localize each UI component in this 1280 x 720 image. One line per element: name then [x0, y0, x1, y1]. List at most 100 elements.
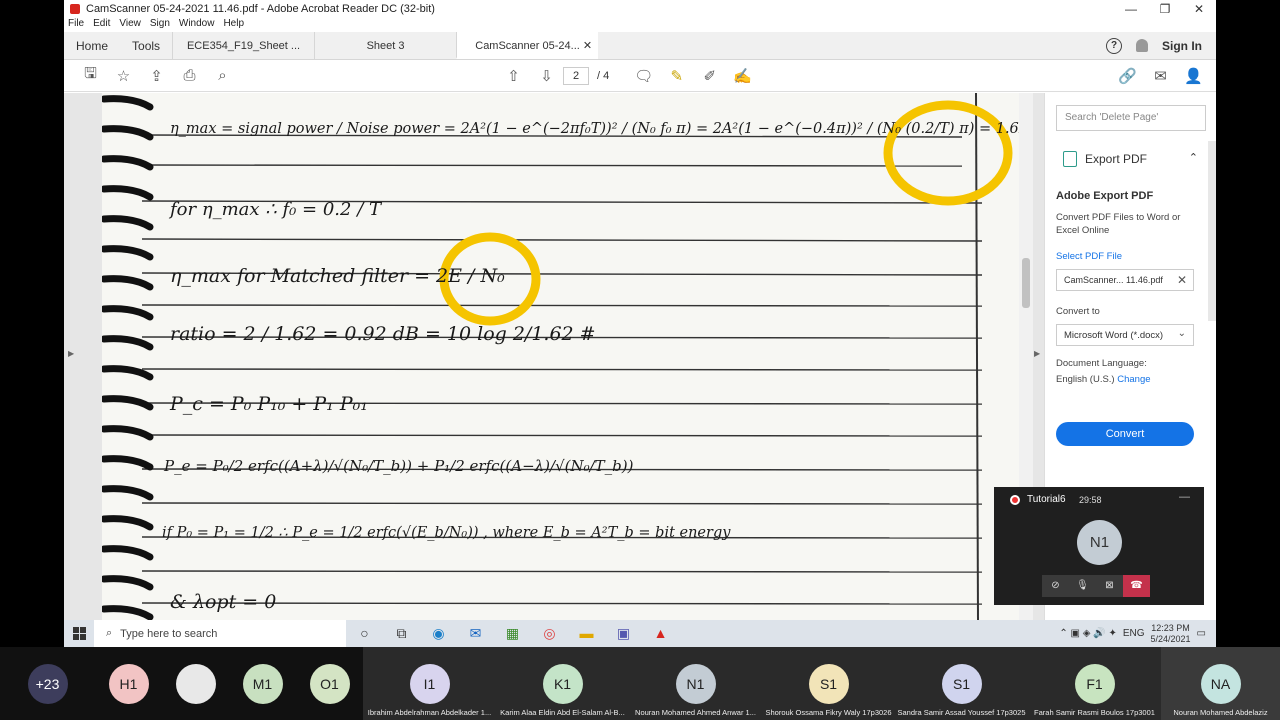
- panel-scrollbar[interactable]: [1208, 141, 1216, 321]
- mail-app-icon[interactable]: ✉: [457, 625, 494, 642]
- comment-icon[interactable]: 🗨: [627, 64, 660, 88]
- menu-window[interactable]: Window: [179, 18, 215, 32]
- page-total: / 4: [597, 69, 610, 82]
- tab-label: CamScanner 05-24...: [475, 40, 580, 52]
- language-indicator[interactable]: ENG: [1123, 628, 1145, 639]
- zoom-search-icon[interactable]: ⌕: [206, 64, 239, 88]
- acrobat-taskbar-icon[interactable]: ▲: [642, 625, 679, 642]
- window-title: CamScanner 05-24-2021 11.46.pdf - Adobe …: [86, 3, 435, 15]
- close-tab-icon[interactable]: ✕: [583, 32, 592, 57]
- expand-right-icon[interactable]: ▶: [1034, 349, 1040, 358]
- participant-tile[interactable]: NA Nouran Mohamed Abdelaziz: [1161, 647, 1280, 720]
- document-language-label: Document Language:: [1056, 358, 1147, 369]
- upload-icon[interactable]: ⇪: [140, 64, 173, 88]
- tools-search-input[interactable]: Search 'Delete Page': [1056, 105, 1206, 131]
- select-pdf-file-link[interactable]: Select PDF File: [1056, 251, 1122, 262]
- participant-tile[interactable]: S1 Shorouk Ossama Fikry Waly 17p3026: [762, 647, 895, 720]
- page-up-icon[interactable]: ⇧: [497, 64, 530, 88]
- teams-call-window: Tutorial6 29:58 — N1 ⊘ 🎙 ⊠ ☎: [994, 487, 1204, 605]
- link-icon[interactable]: 🔗: [1111, 64, 1144, 88]
- file-explorer-icon[interactable]: ▬: [568, 625, 605, 642]
- edge-icon[interactable]: ◉: [420, 625, 457, 642]
- sign-icon[interactable]: ✍: [726, 64, 759, 88]
- handwritten-line: P_e = P₀/2 erfc((A+λ)/√(N₀/T_b)) + P₁/2 …: [164, 457, 634, 475]
- clock[interactable]: 12:23 PM 5/24/2021: [1151, 623, 1191, 645]
- clock-time: 12:23 PM: [1151, 622, 1190, 633]
- save-icon[interactable]: 🖫: [74, 64, 107, 88]
- draw-icon[interactable]: ✐: [693, 64, 726, 88]
- start-button[interactable]: [64, 627, 94, 640]
- microphone-icon[interactable]: 🎙: [1069, 575, 1096, 597]
- print-icon[interactable]: ⎙: [173, 64, 206, 88]
- participant-tile[interactable]: I1 Ibrahim Abdelrahman Abdelkader 1...: [363, 647, 496, 720]
- participant-avatar: I1: [409, 664, 450, 704]
- cortana-icon[interactable]: ○: [346, 625, 383, 642]
- menu-bar: File Edit View Sign Window Help: [64, 18, 1216, 32]
- tab-label: Sheet 3: [366, 40, 405, 52]
- participant-tile[interactable]: +23: [0, 647, 95, 720]
- tab-document-sheet3[interactable]: Sheet 3: [314, 32, 456, 59]
- remove-file-icon[interactable]: ✕: [1177, 273, 1187, 287]
- task-view-icon[interactable]: ⧉: [383, 625, 420, 642]
- participant-tile[interactable]: F1 Farah Samir Rasmi Boulos 17p3001: [1028, 647, 1161, 720]
- close-button[interactable]: ✕: [1182, 0, 1216, 18]
- teams-icon[interactable]: ▣: [605, 625, 642, 642]
- bell-icon[interactable]: [1136, 39, 1148, 52]
- participant-tile[interactable]: K1 Karim Alaa Eldin Abd El-Salam Al-B...: [496, 647, 629, 720]
- tab-home[interactable]: Home: [64, 32, 120, 59]
- caller-avatar: N1: [1077, 520, 1122, 565]
- tab-document-ece354[interactable]: ECE354_F19_Sheet ...: [172, 32, 314, 59]
- export-pdf-icon: [1063, 151, 1077, 167]
- participant-avatar: N1: [675, 664, 716, 704]
- menu-edit[interactable]: Edit: [93, 18, 110, 32]
- maximize-button[interactable]: ❐: [1148, 0, 1182, 18]
- participant-tile[interactable]: M1: [229, 647, 296, 720]
- page-number-input[interactable]: 2: [563, 66, 589, 85]
- menu-view[interactable]: View: [119, 18, 141, 32]
- participant-tile[interactable]: S1 Sandra Samir Assad Youssef 17p3025: [895, 647, 1028, 720]
- export-pdf-title: Export PDF: [1085, 152, 1148, 166]
- menu-sign[interactable]: Sign: [150, 18, 170, 32]
- meeting-title: Tutorial6: [1027, 494, 1066, 505]
- help-icon[interactable]: ?: [1106, 37, 1122, 54]
- participant-tile[interactable]: H1: [95, 647, 162, 720]
- tray-icons[interactable]: ⌃ ▣ ◈ 🔊 ✦: [1059, 628, 1116, 639]
- change-language-link[interactable]: Change: [1117, 374, 1150, 385]
- menu-file[interactable]: File: [68, 18, 84, 32]
- document-language: English (U.S.) Change: [1056, 374, 1151, 385]
- meeting-timer: 29:58: [1079, 495, 1102, 505]
- title-bar: CamScanner 05-24-2021 11.46.pdf - Adobe …: [64, 0, 1216, 18]
- minimize-icon[interactable]: —: [1179, 491, 1190, 503]
- app-icon[interactable]: ▦: [494, 625, 531, 642]
- participant-tile[interactable]: O1: [296, 647, 363, 720]
- taskbar-search[interactable]: ⌕ Type here to search: [94, 620, 346, 647]
- participant-tile[interactable]: [162, 647, 229, 720]
- selected-file-field: CamScanner... 11.46.pdf ✕: [1056, 269, 1194, 291]
- star-icon[interactable]: ☆: [107, 64, 140, 88]
- hang-up-icon[interactable]: ☎: [1123, 575, 1150, 597]
- add-user-icon[interactable]: 👤: [1177, 64, 1210, 88]
- format-select[interactable]: Microsoft Word (*.docx) ⌄: [1056, 324, 1194, 346]
- selected-file-name: CamScanner... 11.46.pdf: [1064, 275, 1163, 285]
- search-icon: ⌕: [106, 627, 113, 639]
- handwritten-line: η_max for Matched filter = 2E / N₀: [170, 265, 505, 287]
- minimize-button[interactable]: —: [1114, 0, 1148, 18]
- chevron-up-icon[interactable]: ⌃: [1189, 151, 1198, 164]
- collapse-left-icon[interactable]: ▶: [68, 349, 74, 358]
- convert-button[interactable]: Convert: [1056, 422, 1194, 446]
- page-down-icon[interactable]: ⇩: [530, 64, 563, 88]
- tab-tools[interactable]: Tools: [120, 32, 172, 59]
- mail-icon[interactable]: ✉: [1144, 64, 1177, 88]
- notification-icon[interactable]: ▭: [1197, 628, 1206, 639]
- export-pdf-header[interactable]: Export PDF: [1063, 151, 1147, 167]
- scrollbar-thumb[interactable]: [1022, 258, 1030, 308]
- participant-tile[interactable]: N1 Nouran Mohamed Ahmed Anwar 1...: [629, 647, 762, 720]
- participant-avatar: NA: [1200, 664, 1241, 704]
- tab-document-camscanner[interactable]: CamScanner 05-24... ✕: [456, 32, 599, 59]
- sign-in-button[interactable]: Sign In: [1162, 39, 1202, 53]
- share-screen-icon[interactable]: ⊠: [1096, 575, 1123, 597]
- highlight-icon[interactable]: ✎: [660, 64, 693, 88]
- chrome-icon[interactable]: ◎: [531, 625, 568, 642]
- menu-help[interactable]: Help: [223, 18, 244, 32]
- camera-off-icon[interactable]: ⊘: [1042, 575, 1069, 597]
